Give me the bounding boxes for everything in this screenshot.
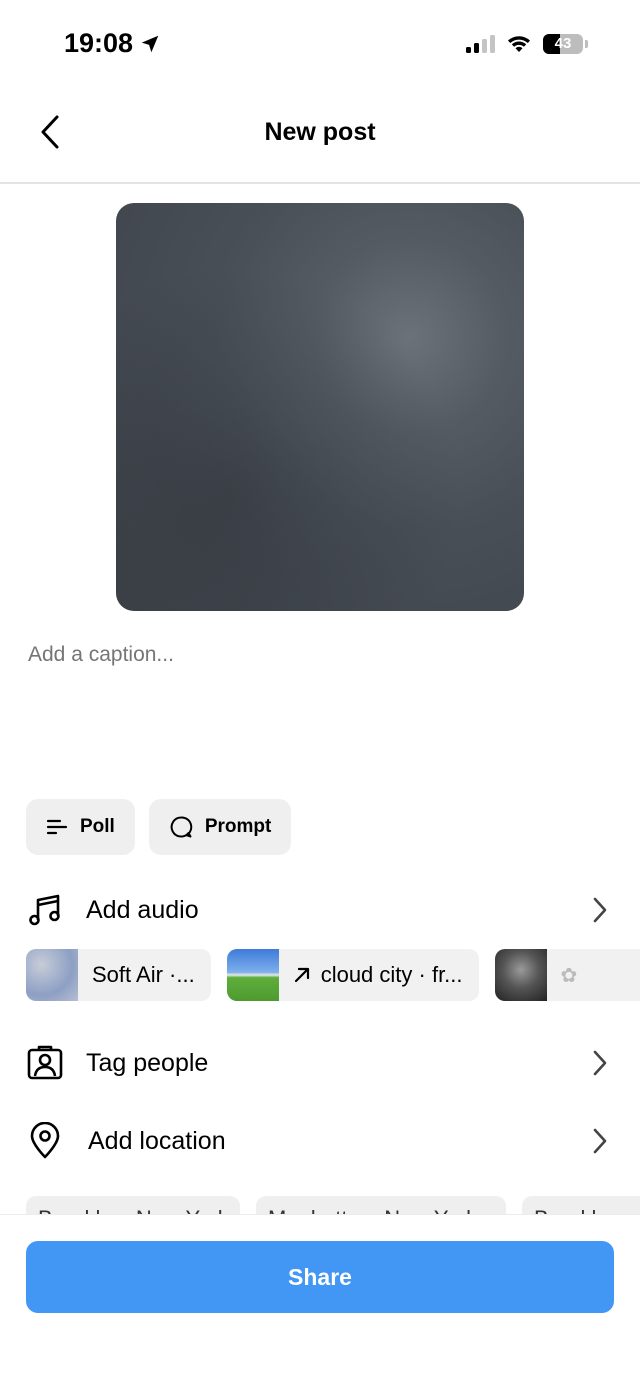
add-audio-row[interactable]: Add audio (0, 880, 640, 940)
flower-icon: ✿ (560, 964, 578, 987)
status-time: 19:08 (64, 28, 134, 58)
post-options: Poll Prompt (26, 799, 292, 855)
battery-indicator: 43 (543, 34, 588, 54)
audio-title: cloud city · fr... (320, 962, 463, 987)
audio-thumbnail (26, 949, 78, 1001)
location-arrow-icon (141, 35, 159, 52)
trending-arrow-icon (294, 967, 309, 983)
tag-person-icon (26, 1044, 64, 1082)
page-title: New post (264, 118, 376, 146)
chevron-right-icon (588, 1125, 612, 1157)
chat-bubble-icon (170, 816, 193, 838)
location-suggestions: Brooklyn, New York Manhattan, New York B… (26, 1196, 640, 1216)
battery-percent: 43 (554, 35, 572, 52)
wifi-icon (508, 36, 530, 52)
battery-icon: 43 (543, 34, 583, 54)
location-pin-icon (26, 1122, 64, 1160)
audio-thumbnail (226, 949, 279, 1001)
status-time-group: 19:08 (64, 28, 161, 59)
audio-suggestion[interactable]: cloud city · fr... (226, 949, 479, 1001)
poll-button[interactable]: Poll (26, 799, 135, 855)
tag-people-label: Tag people (86, 1048, 209, 1077)
poll-icon (46, 819, 68, 835)
audio-thumbnail (494, 949, 547, 1001)
location-suggestion[interactable]: Manhattan, New York (256, 1196, 506, 1216)
poll-label: Poll (80, 816, 115, 837)
add-location-label: Add location (88, 1126, 226, 1155)
cellular-signal-icon (466, 35, 495, 53)
status-indicators: 43 (466, 34, 588, 54)
chevron-right-icon (588, 894, 612, 926)
prompt-label: Prompt (204, 816, 272, 837)
chevron-right-icon (588, 1047, 612, 1079)
music-note-icon (26, 891, 64, 929)
location-suggestion[interactable]: Brooklyn, New York (26, 1196, 240, 1216)
media-preview[interactable] (116, 203, 524, 611)
tag-people-row[interactable]: Tag people (0, 1033, 640, 1093)
audio-text-wrap: cloud city · fr... (279, 962, 479, 988)
audio-suggestion[interactable]: Soft Air ·... (26, 949, 211, 1001)
audio-text-wrap: ✿ (547, 963, 604, 988)
add-location-row[interactable]: Add location (0, 1111, 640, 1171)
audio-title: Soft Air ·... (92, 962, 195, 987)
status-bar: 19:08 43 (0, 0, 640, 92)
add-audio-label: Add audio (86, 895, 199, 924)
nav-bar: New post (0, 92, 640, 184)
caption-input[interactable] (28, 643, 612, 667)
bottom-bar: Share (0, 1214, 640, 1387)
audio-suggestion[interactable]: ✿ (494, 949, 640, 1001)
prompt-button[interactable]: Prompt (148, 799, 292, 855)
location-suggestion[interactable]: Brooklyn (522, 1196, 640, 1216)
share-button[interactable]: Share (26, 1241, 614, 1313)
audio-suggestions: Soft Air ·... cloud city · fr... ✿ (26, 949, 640, 1001)
battery-cap (585, 40, 588, 48)
